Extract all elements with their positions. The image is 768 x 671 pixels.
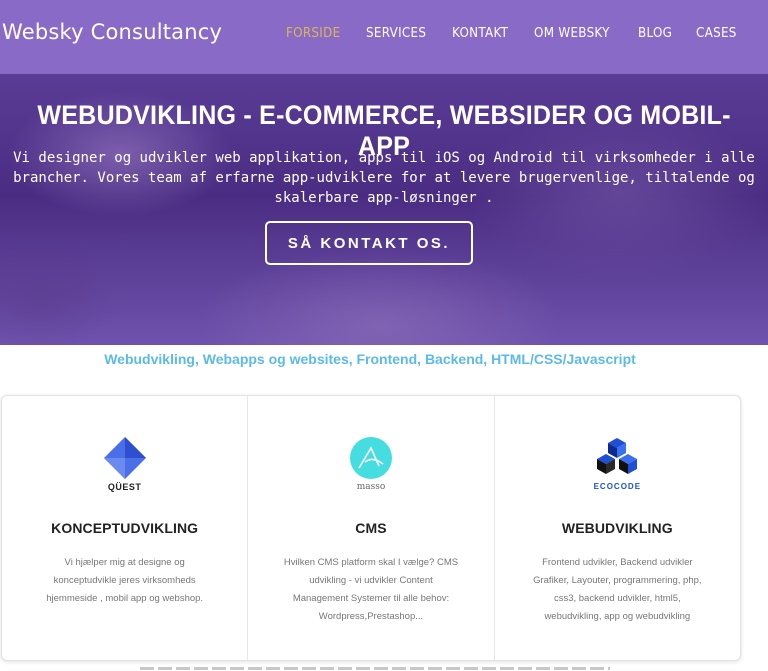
nav-item-blog[interactable]: BLOG <box>638 26 672 41</box>
brand-logo-text[interactable]: Websky Consultancy <box>2 20 222 44</box>
ecocode-cubes-logo-icon <box>597 438 638 474</box>
card-description: Vi hjælper mig at designe og konceptudvi… <box>22 554 227 608</box>
nav-item-forside[interactable]: FORSIDE <box>286 26 340 41</box>
card-description-line: udvikling - vi udvikler Content <box>309 575 433 586</box>
logo-label: QÜEST <box>107 482 142 492</box>
main-nav: FORSIDE SERVICES KONTAKT OM WEBSKY BLOG … <box>265 26 741 41</box>
quest-diamond-logo-icon: QÜEST <box>90 436 160 506</box>
card-title: KONCEPTUDVIKLING <box>51 520 199 536</box>
service-card-cms[interactable]: masso CMS Hvilken CMS platform skal I væ… <box>248 396 495 660</box>
logo-label: ECOCODE <box>593 482 642 491</box>
service-cards: QÜEST KONCEPTUDVIKLING Vi hjælper mig at… <box>1 395 741 661</box>
nav-item-kontakt[interactable]: KONTAKT <box>452 26 508 41</box>
card-description-line: Frontend udvikler, Backend udvikler <box>542 557 693 568</box>
hero-description-line: skalerbare app-løsninger . <box>274 190 494 206</box>
nav-item-cases[interactable]: CASES <box>696 26 737 41</box>
card-description-line: css3, backend udvikler, html5, <box>553 593 681 604</box>
logo-label: masso <box>356 482 386 492</box>
nav-item-services[interactable]: SERVICES <box>366 26 426 41</box>
card-description-line: Vi hjælper mig at designe og <box>64 557 185 568</box>
card-description-line: webudvikling, app og webudvikling <box>544 611 691 622</box>
card-description-line: Grafiker, Layouter, programmering, php, <box>533 575 702 586</box>
site-header: Websky Consultancy FORSIDE SERVICES KONT… <box>0 0 768 74</box>
card-title: WEBUDVIKLING <box>561 520 673 536</box>
card-description-line: Hvilken CMS platform skal I vælge? CMS <box>283 557 459 568</box>
nav-item-om-websky[interactable]: OM WEBSKY <box>534 26 610 41</box>
quest-diamond-logo-icon <box>103 437 146 479</box>
service-card-konceptudvikling[interactable]: QÜEST KONCEPTUDVIKLING Vi hjælper mig at… <box>2 396 249 660</box>
card-description-line: Management Systemer til alle behov: <box>292 593 450 604</box>
card-description: Hvilken CMS platform skal I vælge? CMS u… <box>268 554 473 626</box>
card-description-line: konceptudvikle jeres virksomheds <box>53 575 196 586</box>
hero-description-line: Vi designer og udvikler web applikation,… <box>13 150 755 166</box>
contact-us-button[interactable]: SÅ KONTAKT OS. <box>265 221 473 265</box>
card-description-line: Wordpress,Prestashop... <box>318 611 424 622</box>
service-card-webudvikling[interactable]: ECOCODE WEBUDVIKLING Frontend udvikler, … <box>495 396 740 660</box>
card-title: CMS <box>355 520 387 536</box>
card-description: Frontend udvikler, Backend udvikler Graf… <box>515 554 720 626</box>
card-description-line: hjemmeside , mobil app og webshop. <box>46 593 204 604</box>
hero-banner: WEBUDVIKLING - E-COMMERCE, WEBSIDER OG M… <box>0 74 768 345</box>
services-tagline: Webudvikling, Webapps og websites, Front… <box>104 351 636 367</box>
masso-circle-logo-icon <box>349 437 392 479</box>
hero-description: Vi designer og udvikler web applikation,… <box>0 148 768 208</box>
ecocode-cubes-logo-icon: ECOCODE <box>582 436 652 506</box>
masso-circle-logo-icon: masso <box>336 436 406 506</box>
hero-description-line: brancher. Vores team af erfarne app-udvi… <box>13 170 755 186</box>
